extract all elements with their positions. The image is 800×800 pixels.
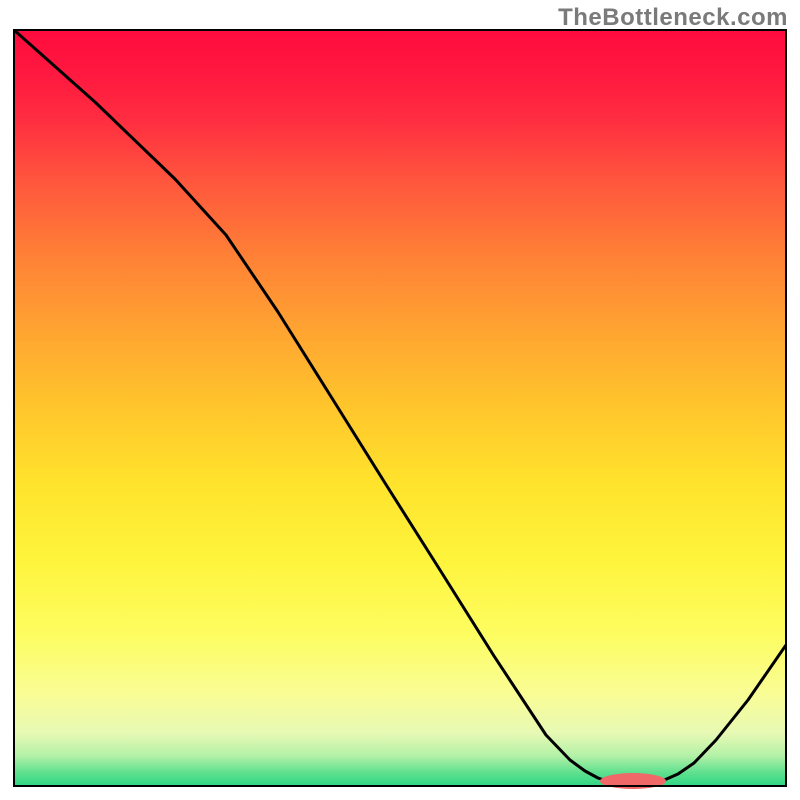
chart-background [14,30,786,786]
watermark-text: TheBottleneck.com [558,4,788,32]
chart-svg [0,0,800,800]
chart-stage: TheBottleneck.com [0,0,800,800]
